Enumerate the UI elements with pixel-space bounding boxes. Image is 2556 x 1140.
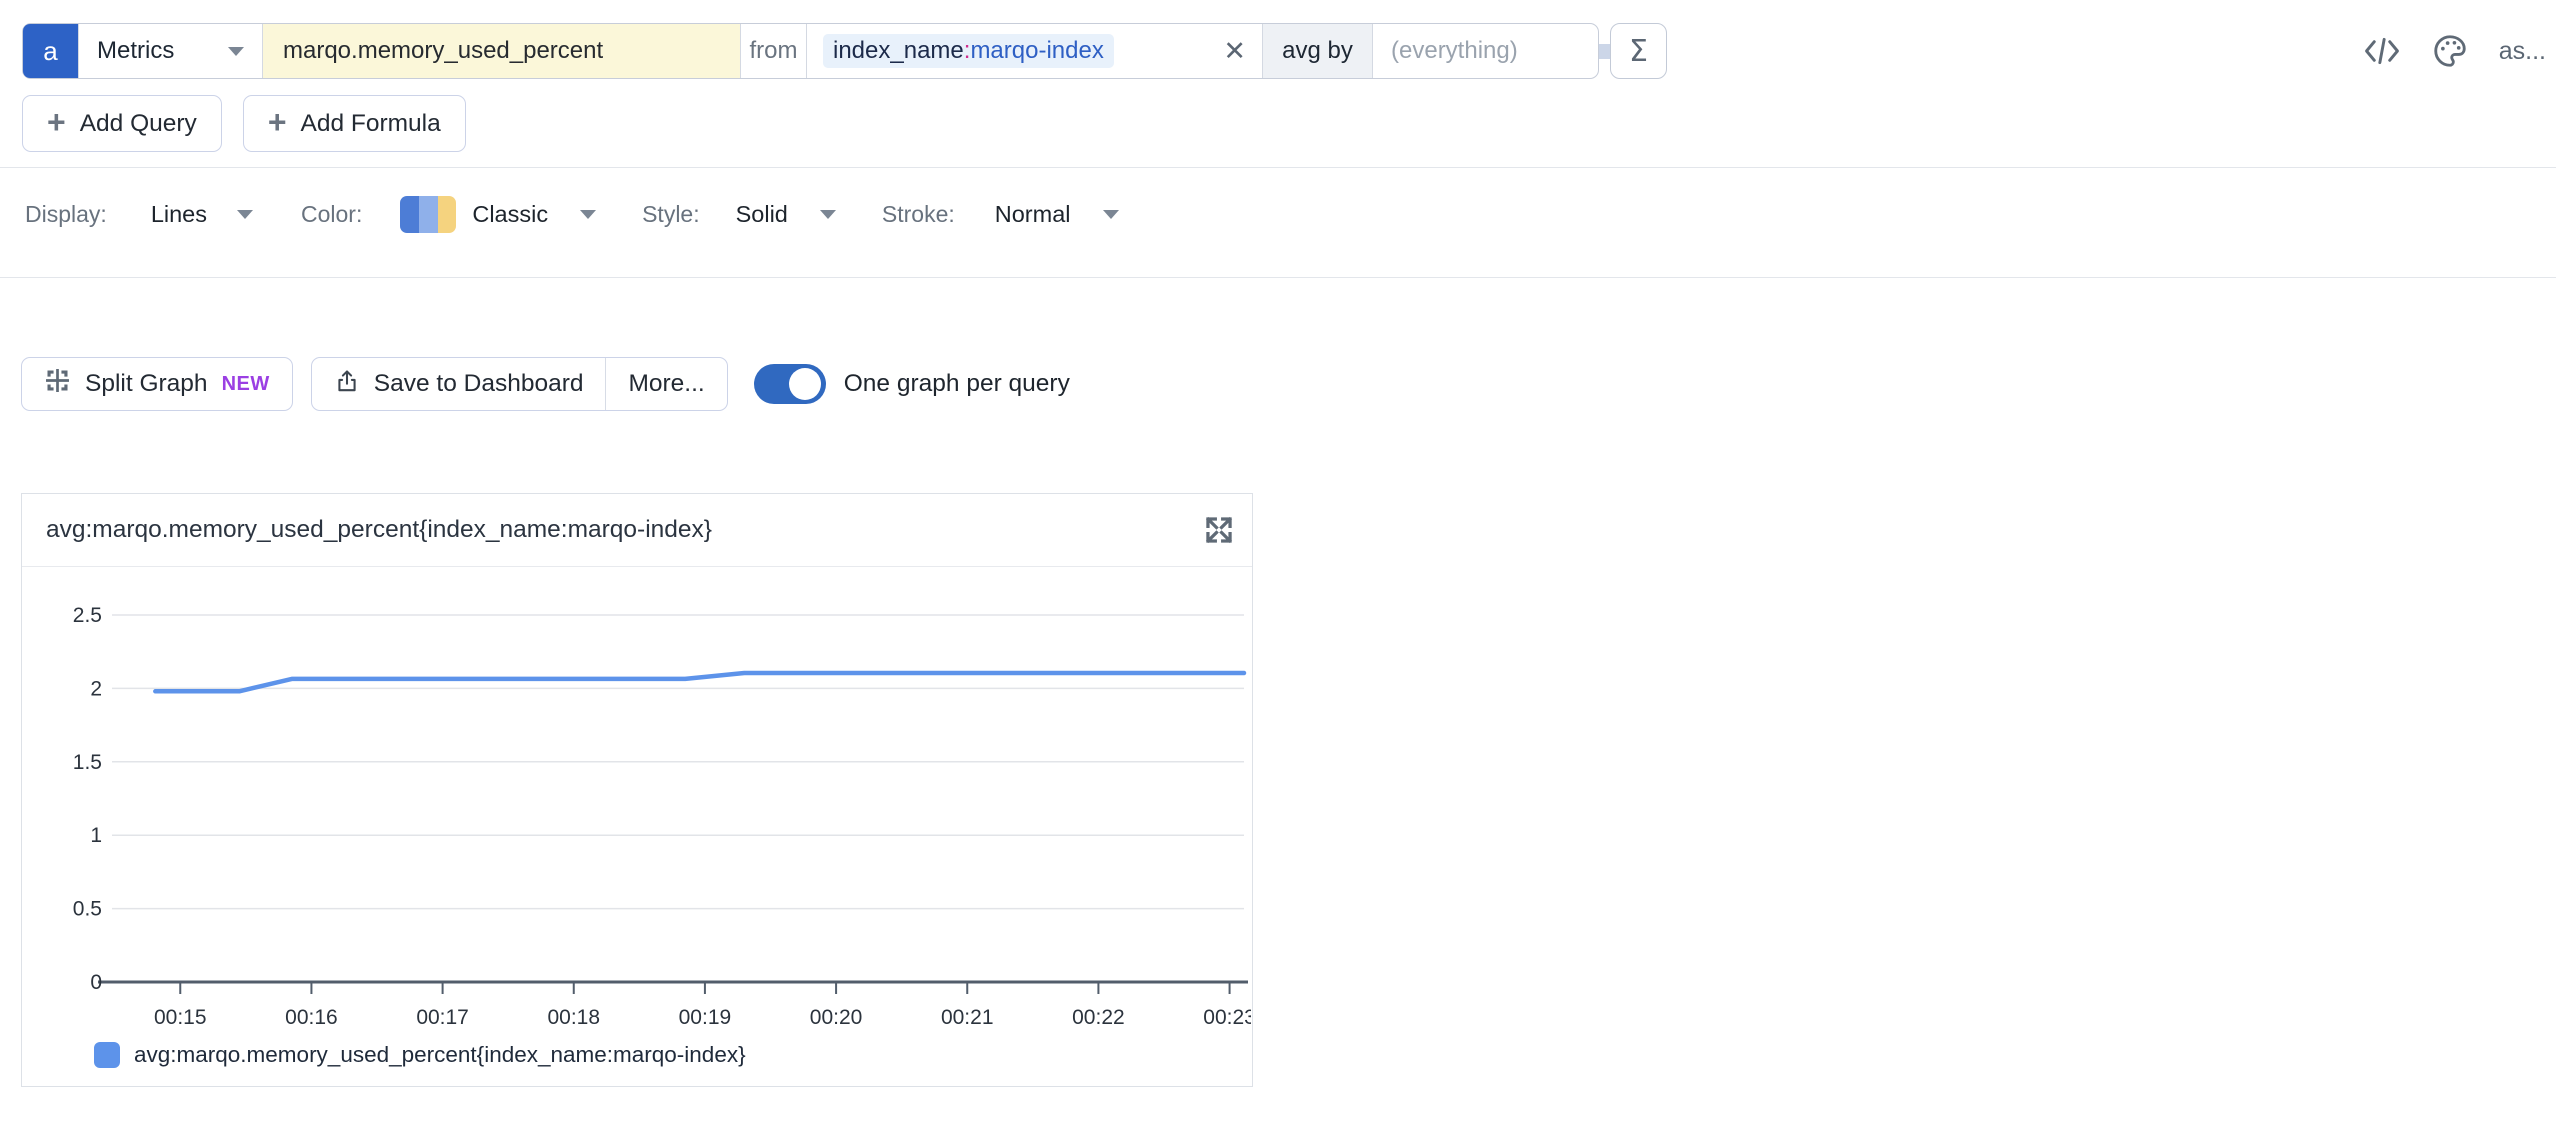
as-dropdown[interactable]: as...	[2499, 37, 2546, 66]
toggle-knob	[789, 368, 821, 400]
chevron-down-icon[interactable]	[1103, 210, 1119, 219]
add-row: + Add Query + Add Formula	[22, 95, 466, 152]
filter-tag-key: index_name	[833, 37, 964, 64]
group-by-input[interactable]: (everything)	[1372, 24, 1598, 78]
add-formula-label: Add Formula	[301, 110, 441, 138]
swatch-bar-2	[419, 196, 438, 233]
export-icon	[334, 367, 360, 402]
svg-text:00:22: 00:22	[1072, 1006, 1125, 1029]
svg-text:1: 1	[90, 824, 102, 847]
swatch-bar-1	[400, 196, 419, 233]
color-palette-swatch[interactable]	[400, 196, 456, 233]
display-type-dropdown[interactable]: Lines	[151, 201, 207, 228]
save-more-button-group: Save to Dashboard More...	[311, 357, 728, 411]
stroke-dropdown[interactable]: Normal	[995, 201, 1071, 228]
clear-filter-icon[interactable]: ✕	[1223, 38, 1246, 65]
split-graph-button[interactable]: Split Graph NEW	[22, 358, 292, 410]
graph-header: avg:marqo.memory_used_percent{index_name…	[22, 494, 1252, 567]
svg-text:00:15: 00:15	[154, 1006, 207, 1029]
filter-input[interactable]: index_name:marqo-index ✕	[806, 24, 1262, 78]
one-graph-per-query-toggle[interactable]	[754, 364, 826, 404]
display-label: Display:	[25, 201, 107, 228]
split-graph-button-wrap: Split Graph NEW	[21, 357, 293, 411]
chevron-down-icon	[228, 47, 244, 56]
svg-text:00:23: 00:23	[1203, 1006, 1251, 1029]
style-dropdown[interactable]: Solid	[736, 201, 788, 228]
query-segmented-control: a Metrics marqo.memory_used_percent from…	[22, 23, 1599, 79]
more-label: More...	[628, 370, 704, 398]
data-source-dropdown[interactable]: Metrics	[78, 24, 262, 78]
query-row: a Metrics marqo.memory_used_percent from…	[22, 23, 1667, 79]
split-graph-label: Split Graph	[85, 370, 208, 398]
style-label: Style:	[642, 201, 700, 228]
add-query-label: Add Query	[80, 110, 197, 138]
color-label: Color:	[301, 201, 362, 228]
expand-graph-icon[interactable]	[1200, 511, 1238, 549]
svg-text:00:17: 00:17	[416, 1006, 469, 1029]
legend-color-swatch	[94, 1042, 120, 1068]
metric-input[interactable]: marqo.memory_used_percent	[262, 24, 740, 78]
from-label: from	[740, 24, 806, 78]
svg-text:0.5: 0.5	[73, 898, 102, 921]
timeseries-plot[interactable]: 0 0.5 1 1.5 2 2.5 00:15 00:16 00:17 00:18 00:19 00:…	[22, 567, 1251, 1041]
svg-text:2: 2	[90, 677, 102, 700]
svg-text:0: 0	[90, 971, 102, 994]
new-badge: NEW	[222, 373, 270, 396]
chevron-down-icon[interactable]	[580, 210, 596, 219]
metric-value: marqo.memory_used_percent	[283, 37, 603, 65]
code-view-icon[interactable]	[2363, 34, 2401, 68]
query-letter-badge: a	[23, 24, 78, 78]
svg-text:00:21: 00:21	[941, 1006, 994, 1029]
plus-icon: +	[47, 106, 66, 138]
aggregator-dropdown[interactable]: avg by	[1262, 24, 1372, 78]
add-formula-button[interactable]: + Add Formula	[243, 95, 466, 152]
more-button[interactable]: More...	[605, 358, 726, 410]
divider	[0, 167, 2556, 168]
query-row-tools: as...	[2363, 26, 2546, 76]
sigma-function-button[interactable]: Σ	[1610, 23, 1667, 79]
svg-text:00:18: 00:18	[547, 1006, 600, 1029]
swatch-bar-3	[438, 196, 457, 233]
legend-label: avg:marqo.memory_used_percent{index_name…	[134, 1042, 746, 1068]
graph-toolbar: Split Graph NEW Save to Dashboard More..…	[21, 357, 1070, 411]
save-to-dashboard-button[interactable]: Save to Dashboard	[312, 358, 606, 410]
stroke-label: Stroke:	[882, 201, 955, 228]
save-to-dashboard-label: Save to Dashboard	[374, 370, 584, 398]
split-graph-icon	[44, 367, 71, 401]
svg-text:00:19: 00:19	[679, 1006, 732, 1029]
data-source-label: Metrics	[97, 37, 174, 65]
display-options-row: Display: Lines Color: Classic Style: Sol…	[25, 186, 1119, 242]
palette-icon[interactable]	[2431, 32, 2469, 70]
svg-text:1.5: 1.5	[73, 751, 102, 774]
color-scheme-dropdown[interactable]: Classic	[472, 201, 548, 228]
graph-title: avg:marqo.memory_used_percent{index_name…	[46, 516, 712, 544]
filter-tag-value: marqo-index	[970, 37, 1103, 64]
chevron-down-icon[interactable]	[820, 210, 836, 219]
divider	[0, 277, 2556, 278]
svg-text:2.5: 2.5	[73, 604, 102, 627]
filter-tag[interactable]: index_name:marqo-index	[823, 34, 1114, 68]
chevron-down-icon[interactable]	[237, 210, 253, 219]
svg-text:00:20: 00:20	[810, 1006, 863, 1029]
graph-legend[interactable]: avg:marqo.memory_used_percent{index_name…	[94, 1042, 746, 1068]
svg-text:00:16: 00:16	[285, 1006, 338, 1029]
one-graph-per-query-label: One graph per query	[844, 370, 1070, 398]
graph-card: avg:marqo.memory_used_percent{index_name…	[21, 493, 1253, 1087]
plus-icon: +	[268, 106, 287, 138]
add-query-button[interactable]: + Add Query	[22, 95, 222, 152]
resize-handle[interactable]	[1599, 44, 1610, 59]
